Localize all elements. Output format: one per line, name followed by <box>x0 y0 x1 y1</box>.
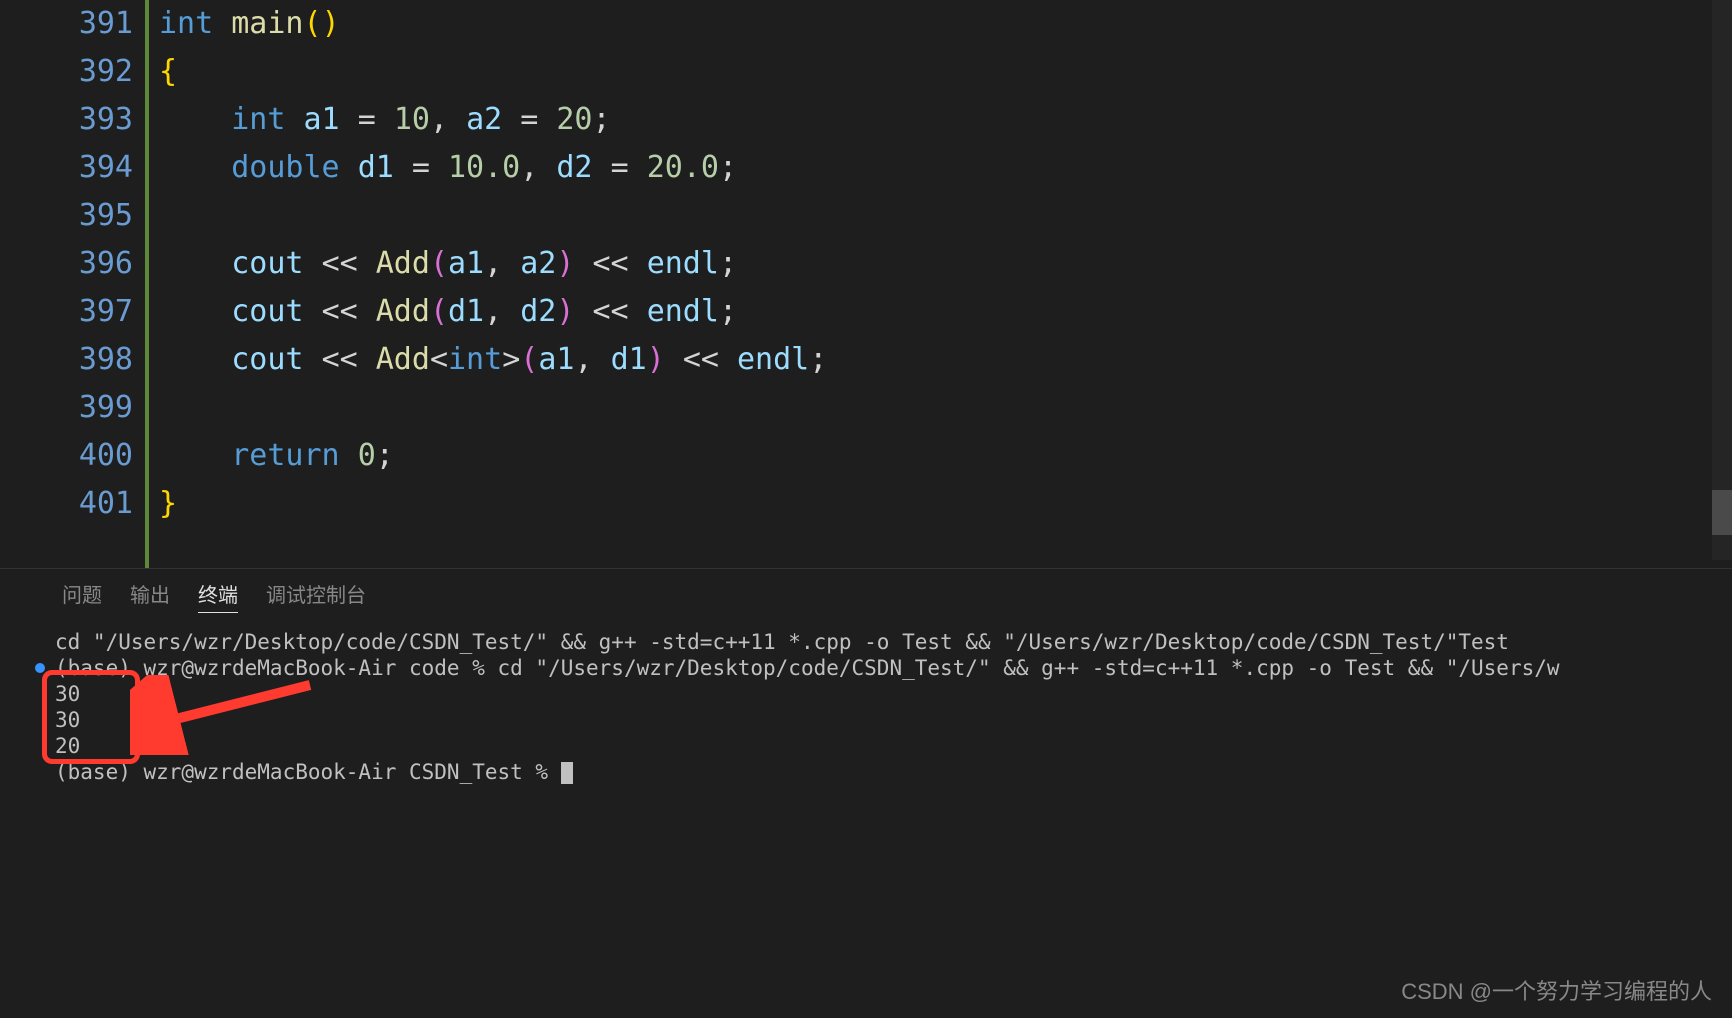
code-content[interactable]: int main(){ int a1 = 10, a2 = 20; double… <box>151 0 1732 568</box>
tab-debug-console[interactable]: 调试控制台 <box>266 579 366 613</box>
code-line[interactable]: cout << Add<int>(a1, d1) << endl; <box>159 336 1732 384</box>
watermark: CSDN @一个努力学习编程的人 <box>1401 974 1712 1006</box>
terminal-line: 20 <box>55 733 1706 759</box>
code-line[interactable]: int a1 = 10, a2 = 20; <box>159 96 1732 144</box>
code-line[interactable]: cout << Add(d1, d2) << endl; <box>159 288 1732 336</box>
line-number: 398 <box>0 336 133 384</box>
line-number: 393 <box>0 96 133 144</box>
code-line[interactable] <box>159 384 1732 432</box>
line-number: 401 <box>0 480 133 528</box>
terminal-line: 30 <box>55 707 1706 733</box>
line-number: 394 <box>0 144 133 192</box>
line-number-gutter: 391392393394395396397398399400401 <box>0 0 145 568</box>
code-line[interactable]: cout << Add(a1, a2) << endl; <box>159 240 1732 288</box>
code-line[interactable]: double d1 = 10.0, d2 = 20.0; <box>159 144 1732 192</box>
terminal-line: cd "/Users/wzr/Desktop/code/CSDN_Test/" … <box>55 629 1706 655</box>
line-number: 399 <box>0 384 133 432</box>
code-line[interactable]: int main() <box>159 0 1732 48</box>
minimap[interactable] <box>1712 0 1732 560</box>
line-number: 391 <box>0 0 133 48</box>
line-number: 396 <box>0 240 133 288</box>
tab-problems[interactable]: 问题 <box>62 579 102 613</box>
terminal-line: (base) wzr@wzrdeMacBook-Air CSDN_Test % <box>55 759 1706 785</box>
line-number: 395 <box>0 192 133 240</box>
terminal-line: 30 <box>55 681 1706 707</box>
code-editor[interactable]: 391392393394395396397398399400401 int ma… <box>0 0 1732 568</box>
line-number: 400 <box>0 432 133 480</box>
tab-terminal[interactable]: 终端 <box>198 579 238 613</box>
terminal-cursor <box>561 762 573 784</box>
minimap-thumb[interactable] <box>1712 490 1732 535</box>
code-line[interactable]: { <box>159 48 1732 96</box>
code-line[interactable]: } <box>159 480 1732 528</box>
tab-output[interactable]: 输出 <box>130 579 170 613</box>
code-line[interactable]: return 0; <box>159 432 1732 480</box>
line-number: 397 <box>0 288 133 336</box>
code-line[interactable] <box>159 192 1732 240</box>
bottom-panel: 问题 输出 终端 调试控制台 cd "/Users/wzr/Desktop/co… <box>0 568 1732 793</box>
line-number: 392 <box>0 48 133 96</box>
status-dot-icon <box>35 663 45 673</box>
terminal-line: (base) wzr@wzrdeMacBook-Air code % cd "/… <box>55 655 1706 681</box>
terminal-content[interactable]: cd "/Users/wzr/Desktop/code/CSDN_Test/" … <box>0 621 1732 793</box>
modified-indicator <box>145 0 149 568</box>
panel-tabs: 问题 输出 终端 调试控制台 <box>0 569 1732 621</box>
